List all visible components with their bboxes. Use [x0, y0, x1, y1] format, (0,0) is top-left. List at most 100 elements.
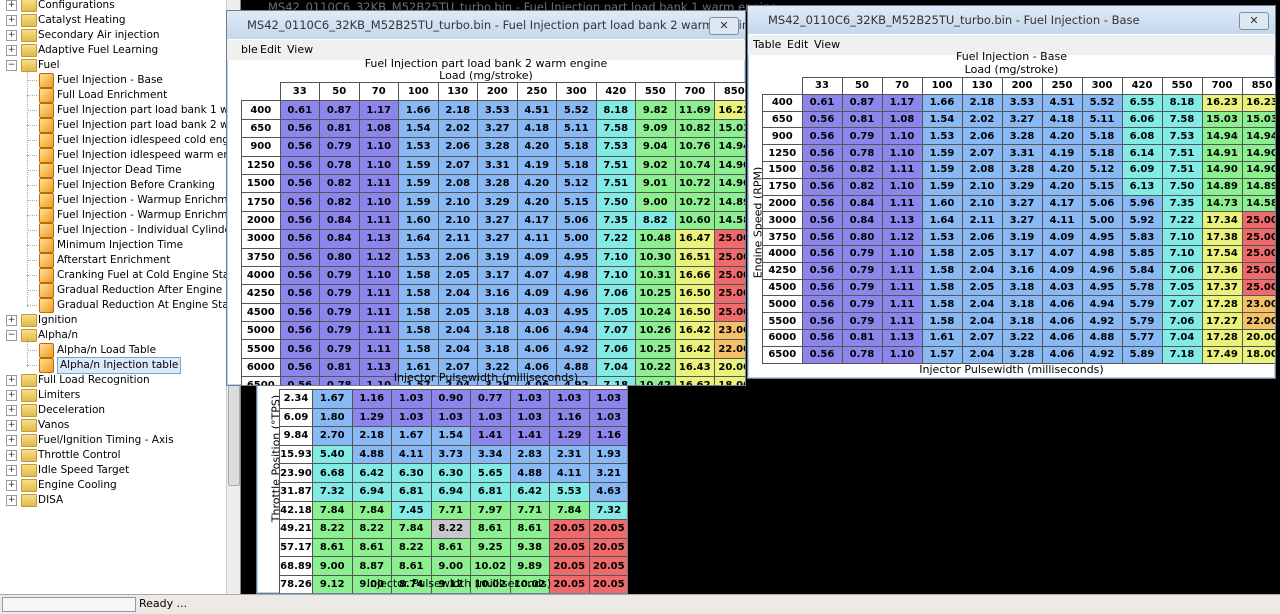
map-cell[interactable]: 0.79: [841, 278, 883, 297]
map-cell[interactable]: 3.27: [477, 229, 518, 249]
map-cell[interactable]: 1.59: [398, 155, 439, 175]
map-cell[interactable]: 4.20: [516, 192, 557, 212]
map-cell[interactable]: 3.27: [1001, 194, 1043, 213]
map-cell[interactable]: 1.03: [509, 407, 550, 428]
map-cell[interactable]: 1.61: [921, 328, 963, 347]
map-cell[interactable]: 4.95: [556, 302, 597, 323]
map-cell[interactable]: 1.03: [588, 407, 627, 428]
map-cell[interactable]: 0.56: [801, 127, 843, 146]
map-cell[interactable]: 6.13: [1121, 177, 1163, 196]
map-cell[interactable]: 2.07: [961, 144, 1003, 162]
map-cell[interactable]: 4.88: [1081, 328, 1123, 347]
map-cell[interactable]: 7.10: [595, 247, 636, 267]
map-cell[interactable]: 14.90: [714, 155, 745, 175]
map-cell[interactable]: 25.00: [714, 284, 745, 304]
map-cell[interactable]: 7.18: [1161, 345, 1203, 364]
map-cell[interactable]: 3.31: [477, 155, 518, 175]
map-cell[interactable]: 2.10: [961, 177, 1003, 196]
map-cell[interactable]: 14.58: [1241, 194, 1275, 213]
map-cell[interactable]: 1.29: [549, 426, 590, 446]
map-cell[interactable]: 0.79: [319, 137, 360, 157]
map-cell[interactable]: 7.10: [1161, 228, 1203, 246]
map-cell[interactable]: 5.85: [1121, 244, 1163, 263]
map-cell[interactable]: 2.10: [437, 192, 478, 212]
map-cell[interactable]: 3.19: [477, 247, 518, 267]
map-cell[interactable]: 9.38: [509, 537, 550, 558]
map-cell[interactable]: 3.18: [477, 302, 518, 323]
map-cell[interactable]: 3.34: [470, 444, 511, 465]
map-cell[interactable]: 9.00: [312, 556, 353, 576]
map-cell[interactable]: 22.00: [714, 339, 745, 359]
map-cell[interactable]: 1.58: [921, 312, 963, 330]
map-cell[interactable]: 7.35: [1161, 194, 1203, 213]
map-cell[interactable]: 4.17: [1041, 194, 1083, 213]
map-cell[interactable]: 5.77: [1121, 328, 1163, 347]
map-cell[interactable]: 2.04: [961, 261, 1003, 280]
map-cell[interactable]: 22.00: [1241, 312, 1275, 330]
map-cell[interactable]: 10.02: [470, 556, 511, 576]
map-cell[interactable]: 1.58: [921, 278, 963, 297]
map-cell[interactable]: 0.79: [841, 127, 883, 146]
map-cell[interactable]: 7.22: [1161, 211, 1203, 230]
map-cell[interactable]: 15.03: [1241, 110, 1275, 129]
map-cell[interactable]: 0.79: [319, 265, 360, 286]
map-cell[interactable]: 4.11: [1041, 211, 1083, 230]
map-cell[interactable]: 0.79: [841, 244, 883, 263]
map-cell[interactable]: 1.58: [398, 302, 439, 323]
map-cell[interactable]: 16.42: [674, 321, 715, 341]
map-cell[interactable]: 5.15: [1081, 177, 1123, 196]
map-cell[interactable]: 17.54: [1201, 244, 1243, 263]
map-cell[interactable]: 25.00: [714, 265, 745, 286]
map-cell[interactable]: 1.53: [398, 137, 439, 157]
map-cell[interactable]: 14.73: [1201, 194, 1243, 213]
map-cell[interactable]: 9.89: [509, 556, 550, 576]
map-cell[interactable]: 1.58: [398, 339, 439, 359]
map-cell[interactable]: 1.12: [358, 247, 399, 267]
map-cell[interactable]: 10.72: [674, 192, 715, 212]
map-cell[interactable]: 7.50: [1161, 177, 1203, 196]
map-cell[interactable]: 5.18: [556, 155, 597, 175]
map-cell[interactable]: 16.66: [674, 265, 715, 286]
map-cell[interactable]: 4.51: [516, 100, 557, 120]
map-cell[interactable]: 5.53: [549, 481, 590, 502]
expand-icon[interactable]: +: [6, 0, 17, 11]
map-cell[interactable]: 14.89: [714, 192, 745, 212]
map-cell[interactable]: 3.31: [1001, 144, 1043, 162]
map-cell[interactable]: 0.56: [279, 173, 320, 194]
map-tree[interactable]: + Configurations + Catalyst Heating + Seconda…: [0, 0, 241, 595]
menu-edit[interactable]: Edit: [260, 43, 281, 56]
map-cell[interactable]: 4.06: [1041, 312, 1083, 330]
map-cell[interactable]: 7.05: [1161, 278, 1203, 297]
map-cell[interactable]: 1.60: [921, 194, 963, 213]
map-cell[interactable]: 4.88: [351, 444, 392, 465]
map-cell[interactable]: 0.79: [319, 302, 360, 323]
map-cell[interactable]: 2.04: [437, 321, 478, 341]
map-cell[interactable]: 14.94: [714, 137, 745, 157]
map-cell[interactable]: 14.91: [1201, 144, 1243, 162]
map-cell[interactable]: 0.78: [841, 144, 883, 162]
map-cell[interactable]: 7.04: [1161, 328, 1203, 347]
map-cell[interactable]: 2.05: [437, 265, 478, 286]
map-cell[interactable]: 7.51: [1161, 144, 1203, 162]
map-cell[interactable]: 6.09: [1121, 160, 1163, 179]
map-cell[interactable]: 4.06: [1041, 345, 1083, 364]
map-cell[interactable]: 2.10: [437, 210, 478, 231]
map-cell[interactable]: 3.28: [477, 137, 518, 157]
map-cell[interactable]: 3.18: [1001, 295, 1043, 314]
map-cell[interactable]: 4.03: [516, 302, 557, 323]
map-cell[interactable]: 1.11: [358, 302, 399, 323]
map-cell[interactable]: 5.92: [1121, 211, 1163, 230]
map-cell[interactable]: 15.03: [1201, 110, 1243, 129]
map-cell[interactable]: 0.81: [841, 110, 883, 129]
map-cell[interactable]: 10.82: [674, 118, 715, 139]
map-cell[interactable]: 0.79: [841, 295, 883, 314]
map-cell[interactable]: 1.03: [509, 389, 550, 409]
map-cell[interactable]: 0.56: [801, 261, 843, 280]
expand-icon[interactable]: +: [6, 405, 17, 416]
map-cell[interactable]: 7.71: [430, 500, 471, 521]
map-cell[interactable]: 0.56: [279, 229, 320, 249]
map-cell[interactable]: 0.56: [279, 302, 320, 323]
map-cell[interactable]: 0.56: [801, 110, 843, 129]
map-cell[interactable]: 25.00: [714, 302, 745, 323]
map-cell[interactable]: 20.05: [549, 537, 590, 558]
